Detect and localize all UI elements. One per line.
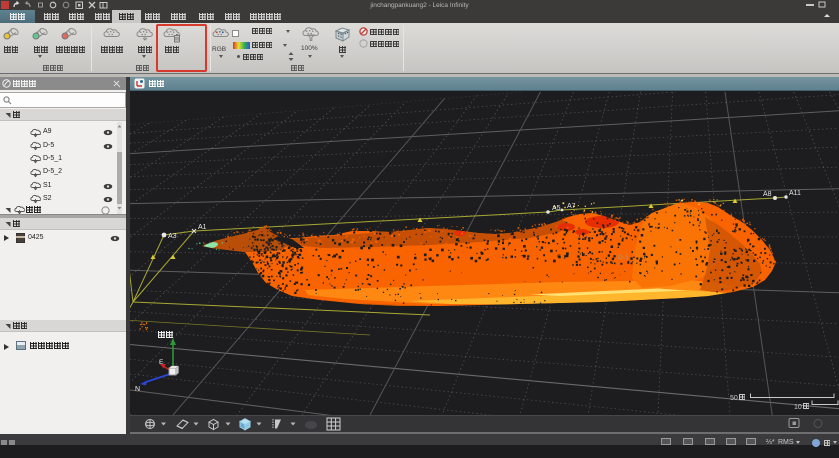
svg-text:E: E bbox=[159, 359, 164, 366]
svg-text:D-3: D-3 bbox=[618, 254, 629, 261]
svg-text:A11: A11 bbox=[789, 190, 801, 197]
svg-text:A1: A1 bbox=[198, 224, 207, 231]
svg-text:A7: A7 bbox=[567, 203, 576, 210]
svg-text:A5: A5 bbox=[552, 205, 561, 212]
svg-text:A3: A3 bbox=[168, 233, 177, 240]
svg-text:50: 50 bbox=[730, 395, 738, 402]
svg-text:10: 10 bbox=[794, 404, 802, 411]
svg-text:A8: A8 bbox=[763, 191, 772, 198]
svg-text:N: N bbox=[135, 386, 140, 393]
